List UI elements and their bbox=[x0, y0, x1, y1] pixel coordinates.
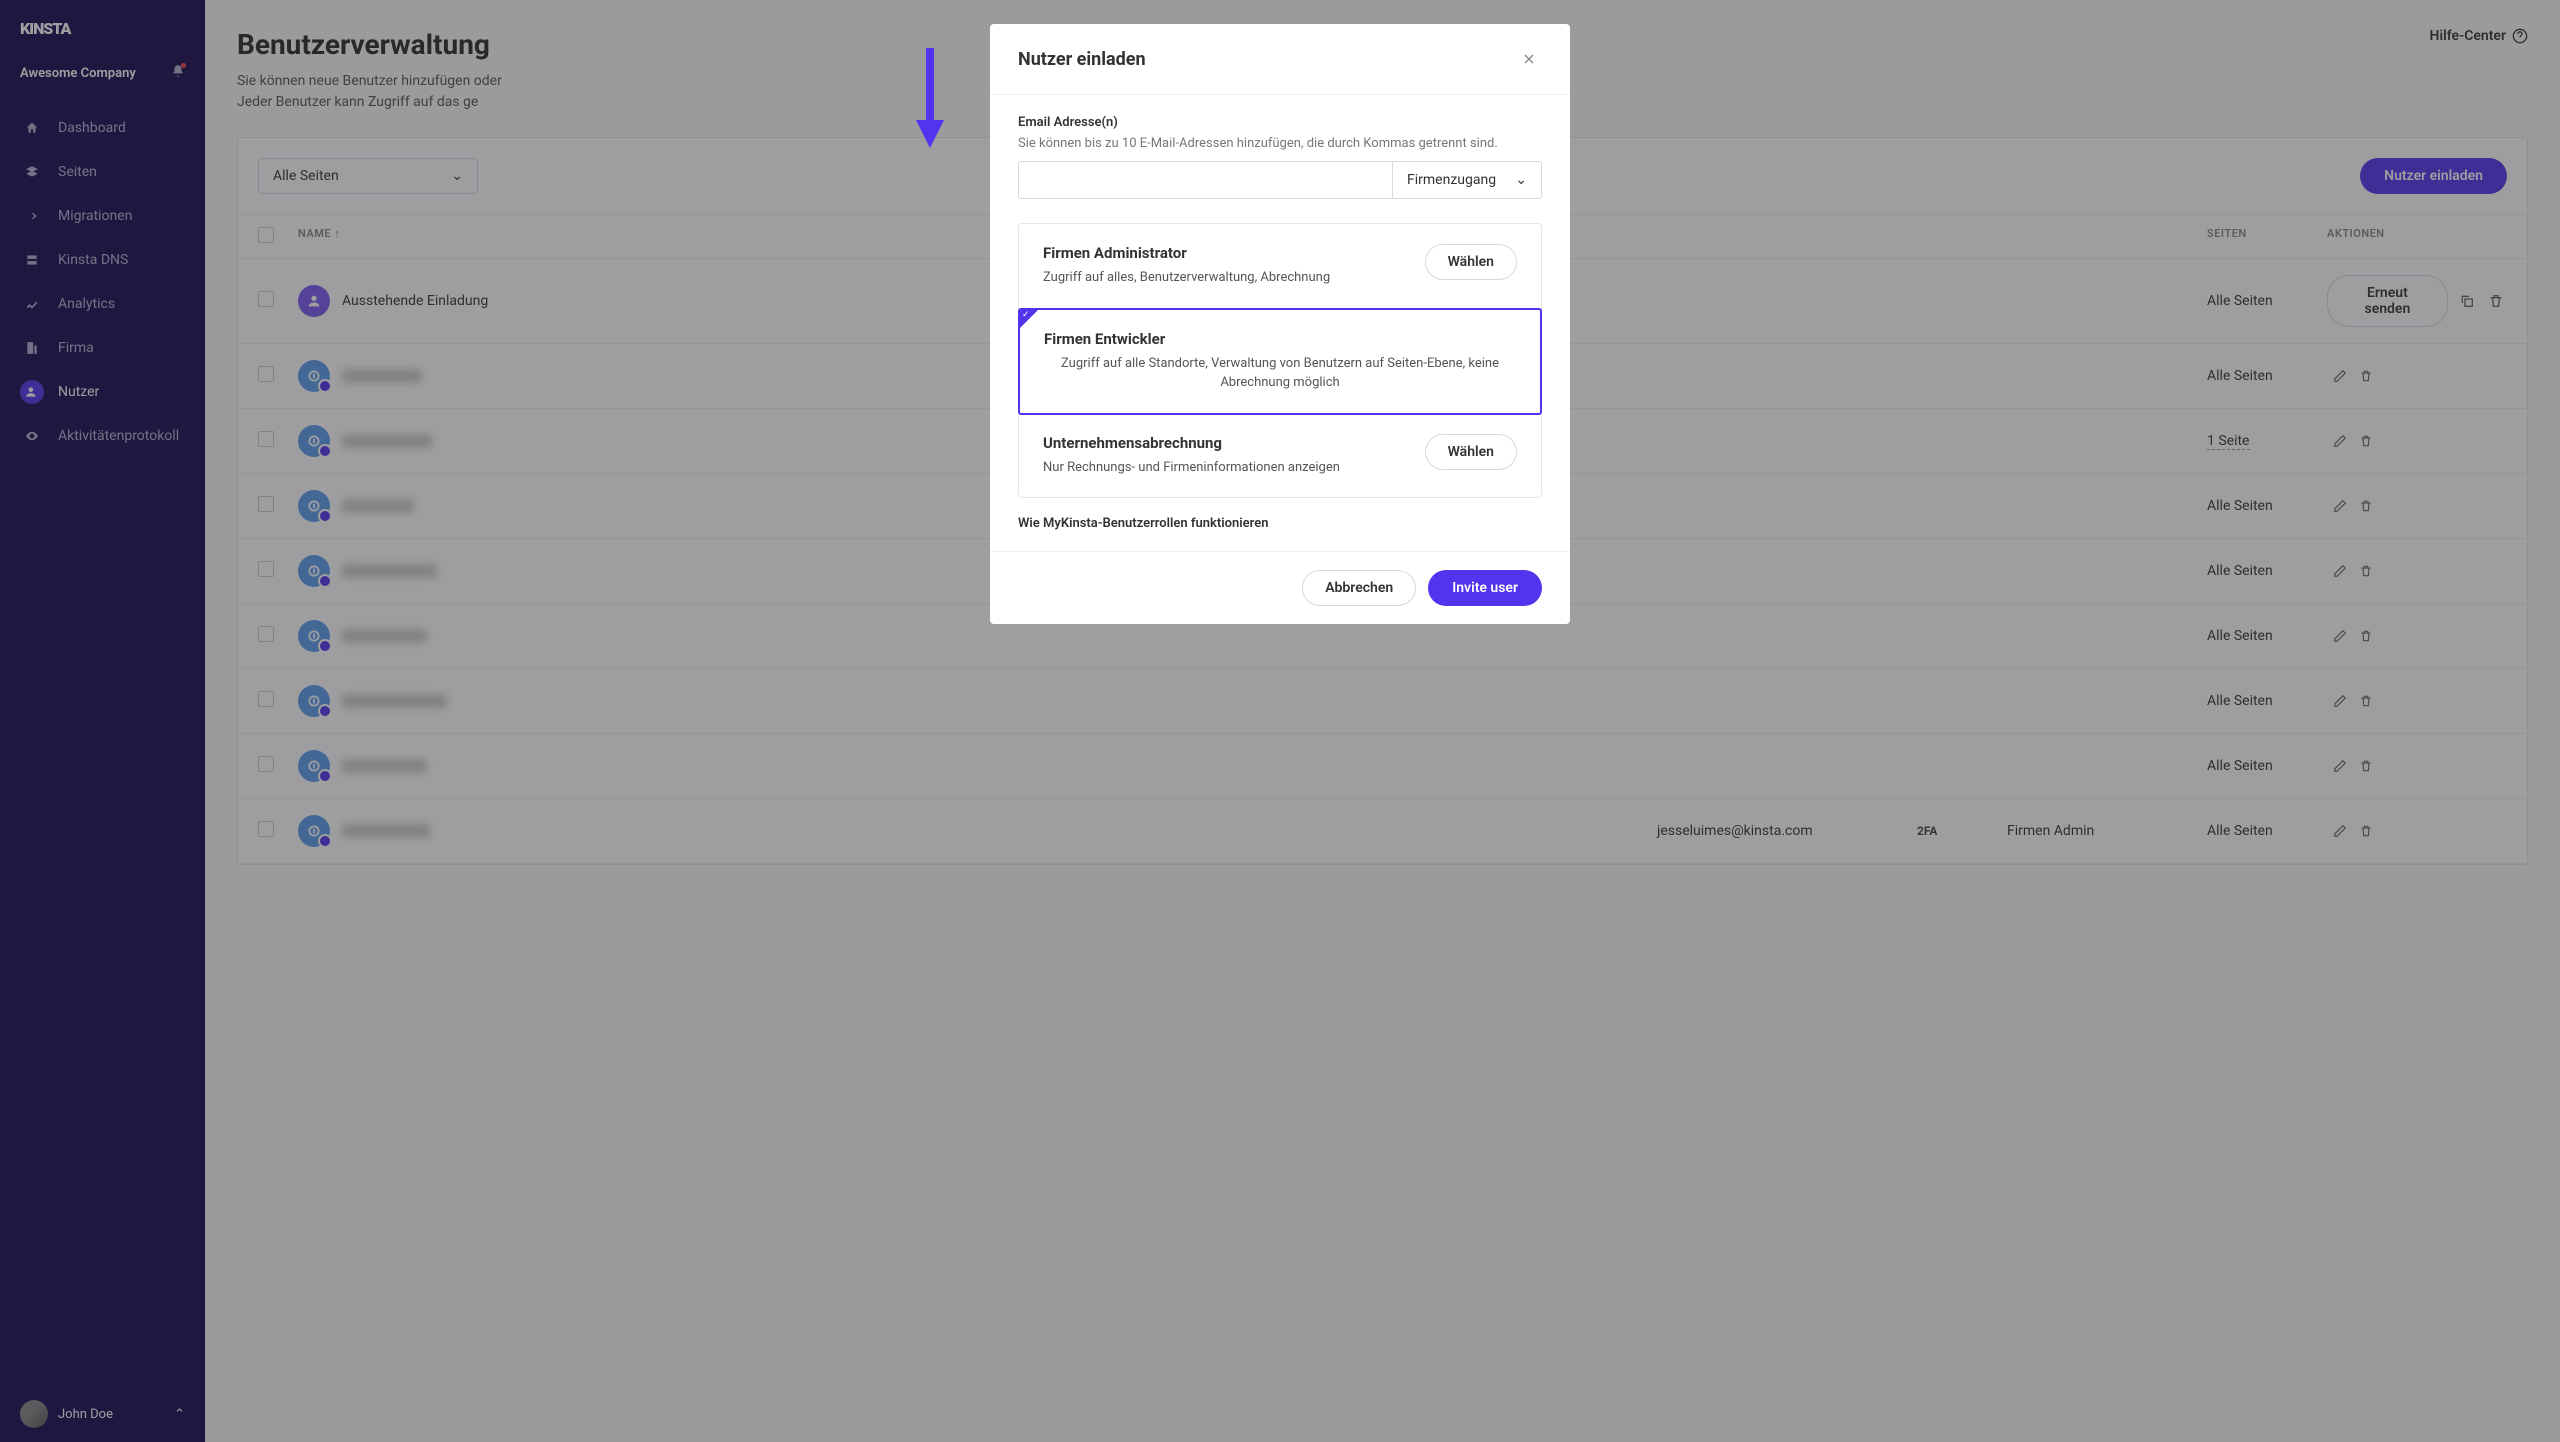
choose-admin-button[interactable]: Wählen bbox=[1425, 244, 1517, 280]
role-admin[interactable]: Firmen Administrator Zugriff auf alles, … bbox=[1019, 224, 1541, 309]
annotation-arrow-icon bbox=[910, 48, 950, 148]
modal-title: Nutzer einladen bbox=[1018, 49, 1146, 70]
email-input[interactable] bbox=[1018, 161, 1392, 199]
cancel-button[interactable]: Abbrechen bbox=[1302, 570, 1416, 606]
role-billing[interactable]: Unternehmensabrechnung Nur Rechnungs- un… bbox=[1019, 414, 1541, 498]
close-icon[interactable] bbox=[1516, 46, 1542, 72]
choose-billing-button[interactable]: Wählen bbox=[1425, 434, 1517, 470]
role-options: Firmen Administrator Zugriff auf alles, … bbox=[1018, 223, 1542, 498]
chevron-down-icon: ⌄ bbox=[1515, 172, 1527, 188]
access-type-dropdown[interactable]: Firmenzugang ⌄ bbox=[1392, 161, 1542, 199]
email-hint: Sie können bis zu 10 E-Mail-Adressen hin… bbox=[1018, 136, 1542, 151]
invite-user-modal: Nutzer einladen Email Adresse(n) Sie kön… bbox=[990, 24, 1570, 624]
roles-help-link[interactable]: Wie MyKinsta-Benutzerrollen funktioniere… bbox=[1018, 516, 1542, 531]
role-developer[interactable]: Firmen Entwickler Zugriff auf alle Stand… bbox=[1018, 308, 1542, 415]
email-label: Email Adresse(n) bbox=[1018, 115, 1542, 130]
modal-overlay[interactable]: Nutzer einladen Email Adresse(n) Sie kön… bbox=[0, 0, 2560, 1442]
submit-invite-button[interactable]: Invite user bbox=[1428, 570, 1542, 606]
